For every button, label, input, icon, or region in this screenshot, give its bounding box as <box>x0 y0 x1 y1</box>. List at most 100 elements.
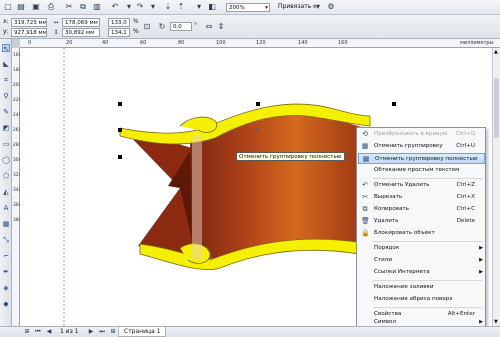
height-field[interactable]: 30,892 мм <box>62 28 100 37</box>
basic-shapes-icon[interactable]: ◭ <box>2 188 10 196</box>
ruler-tick: 360 <box>13 203 22 208</box>
zoom-tool-icon[interactable]: ⚲ <box>2 92 10 100</box>
add-page-icon[interactable]: ⊞ <box>108 327 118 337</box>
zoom-select[interactable]: 200% ▾ <box>226 3 270 12</box>
menu-item-styles[interactable]: Стили ▶ <box>358 255 485 266</box>
menu-item-shortcut: Ctrl+Q <box>455 131 475 137</box>
undo-dropdown-icon[interactable]: ▾ <box>124 2 134 12</box>
toolbox: ↖ ◣ ⌗ ⚲ ✎ ◩ ▭ ◯ ⬠ ◭ A ▦ ⤡ ⌐ ✒ ◈ ◆ <box>0 39 12 326</box>
selection-handle[interactable] <box>118 128 122 132</box>
export-icon[interactable]: ⇡ <box>176 2 186 12</box>
undo-icon[interactable]: ↶ <box>110 2 120 12</box>
page-options-icon[interactable]: ⊞ <box>22 327 32 337</box>
table-tool-icon[interactable]: ▦ <box>2 220 10 228</box>
dimension-tool-icon[interactable]: ⤡ <box>2 236 10 244</box>
options-icon[interactable]: ⚙ <box>326 2 336 12</box>
selection-handle[interactable] <box>392 102 396 106</box>
ungroup-all-icon: ▦ <box>362 155 370 163</box>
menu-item-cut[interactable]: ✂ Вырезать Ctrl+X <box>358 192 485 203</box>
menu-item-undo-delete[interactable]: ↶ Отменить Удалить Ctrl+Z <box>358 180 485 191</box>
scroll-down-icon[interactable]: ▼ <box>494 319 498 325</box>
ruler-tick: 120 <box>256 40 266 46</box>
menu-item-overprint-fill[interactable]: Наложение заливки <box>358 282 485 293</box>
menu-item-wrap-text[interactable]: Обтекание простым текстом <box>358 165 485 176</box>
crop-tool-icon[interactable]: ⌗ <box>2 76 10 84</box>
rectangle-tool-icon[interactable]: ▭ <box>2 140 10 148</box>
horizontal-ruler[interactable]: 0 20 40 60 80 100 120 140 160 миллиметры <box>20 39 500 48</box>
welcome-screen-icon[interactable]: ◧ <box>207 2 217 12</box>
last-page-icon[interactable]: ⏭ <box>97 327 107 337</box>
connector-tool-icon[interactable]: ⌐ <box>2 252 10 260</box>
selection-handle[interactable] <box>118 155 122 159</box>
scale-y-field[interactable]: 134,1 <box>108 28 130 37</box>
import-icon[interactable]: ⇣ <box>163 2 173 12</box>
text-tool-icon[interactable]: A <box>2 204 10 212</box>
lock-ratio-icon[interactable]: ⊡ <box>142 22 152 32</box>
rotate-icon: ↻ <box>158 22 166 31</box>
redo-dropdown-icon[interactable]: ▾ <box>148 2 158 12</box>
x-position-field[interactable]: 319,723 мм <box>11 18 47 27</box>
polygon-tool-icon[interactable]: ⬠ <box>2 172 10 180</box>
fill-tool-icon[interactable]: ◆ <box>2 300 10 308</box>
pick-tool-icon[interactable]: ↖ <box>2 44 10 53</box>
percent-label: % <box>133 28 139 35</box>
shape-tool-icon[interactable]: ◣ <box>2 60 10 68</box>
y-position-field[interactable]: 927,918 мм <box>11 28 47 37</box>
zoom-value: 200% <box>229 5 245 11</box>
ellipse-tool-icon[interactable]: ◯ <box>2 156 10 164</box>
width-field[interactable]: 178,069 мм <box>62 18 100 27</box>
paste-icon[interactable]: ▥ <box>92 2 102 12</box>
menu-item-overprint-outline[interactable]: Наложение абриса поверх <box>358 294 485 305</box>
mirror-vertical-icon[interactable]: ⇕ <box>216 22 226 32</box>
chevron-down-icon[interactable]: ▾ <box>313 2 323 12</box>
menu-item-copy[interactable]: ⧉ Копировать Ctrl+C <box>358 204 485 215</box>
smart-fill-icon[interactable]: ◩ <box>2 124 10 132</box>
redo-icon[interactable]: ↷ <box>135 2 145 12</box>
menu-item-label: Стили <box>374 257 393 263</box>
menu-item-delete[interactable]: 🗑 Удалить Delete <box>358 216 485 227</box>
scale-x-field[interactable]: 133,0 <box>108 18 130 27</box>
tab-page-1[interactable]: Страница 1 <box>118 327 167 337</box>
chevron-down-icon: ▾ <box>265 5 268 11</box>
mirror-horizontal-icon[interactable]: ⇔ <box>204 22 214 32</box>
menu-item-ungroup[interactable]: ▦ Отменить группировку Ctrl+U <box>358 141 485 152</box>
copy-icon[interactable]: ⧉ <box>78 2 88 12</box>
scroll-up-icon[interactable]: ▲ <box>494 49 498 55</box>
new-document-icon[interactable]: ▢ <box>3 2 13 12</box>
application-launcher-icon[interactable]: ▾ <box>194 2 204 12</box>
print-icon[interactable]: ⎙ <box>46 2 56 12</box>
menu-item-lock-object[interactable]: 🔒 Блокировать объект <box>358 228 485 239</box>
cut-icon[interactable]: ✂ <box>64 2 74 12</box>
outline-tool-icon[interactable]: ◈ <box>2 284 10 292</box>
ruler-units: миллиметры <box>460 40 494 46</box>
ruler-tick: 380 <box>13 218 22 223</box>
snap-to-label[interactable]: Привязать к <box>278 3 317 11</box>
vertical-ruler[interactable]: 160 180 200 220 240 260 280 300 320 340 … <box>12 48 22 326</box>
percent-label: % <box>133 18 139 25</box>
scrollbar-thumb[interactable] <box>494 78 499 138</box>
cut-icon: ✂ <box>362 193 368 201</box>
ungroup-icon: ▦ <box>361 142 369 150</box>
menu-item-convert-to-curves[interactable]: ⟲ Преобразовать в кривую Ctrl+Q <box>358 129 485 140</box>
height-icon: ↕ <box>53 29 59 36</box>
selection-handle[interactable] <box>256 102 260 106</box>
vertical-scrollbar[interactable]: ▲ ▼ <box>492 48 500 326</box>
menu-item-order[interactable]: Порядок ▶ <box>358 243 485 254</box>
first-page-icon[interactable]: ⏮ <box>33 327 43 337</box>
menu-item-label: Блокировать объект <box>374 230 435 236</box>
ruler-tick: 60 <box>140 40 147 46</box>
submenu-arrow-icon: ▶ <box>479 245 483 251</box>
selection-handle[interactable] <box>118 102 122 106</box>
menu-item-internet-links[interactable]: Ссылки Интернета ▶ <box>358 267 485 278</box>
next-page-icon[interactable]: ▶ <box>86 327 96 337</box>
open-folder-icon[interactable]: ▤ <box>16 2 26 12</box>
eyedropper-tool-icon[interactable]: ✒ <box>2 268 10 276</box>
center-marker-icon: × <box>254 126 260 134</box>
submenu-arrow-icon: ▶ <box>479 269 483 275</box>
rotation-field[interactable]: 0,0 <box>170 22 192 31</box>
ruler-tick: 140 <box>298 40 308 46</box>
previous-page-icon[interactable]: ◀ <box>44 327 54 337</box>
freehand-tool-icon[interactable]: ✎ <box>2 108 10 116</box>
menu-item-ungroup-all[interactable]: ▦ Отменить группировку полностью <box>358 153 485 164</box>
save-icon[interactable]: ▣ <box>31 2 41 12</box>
